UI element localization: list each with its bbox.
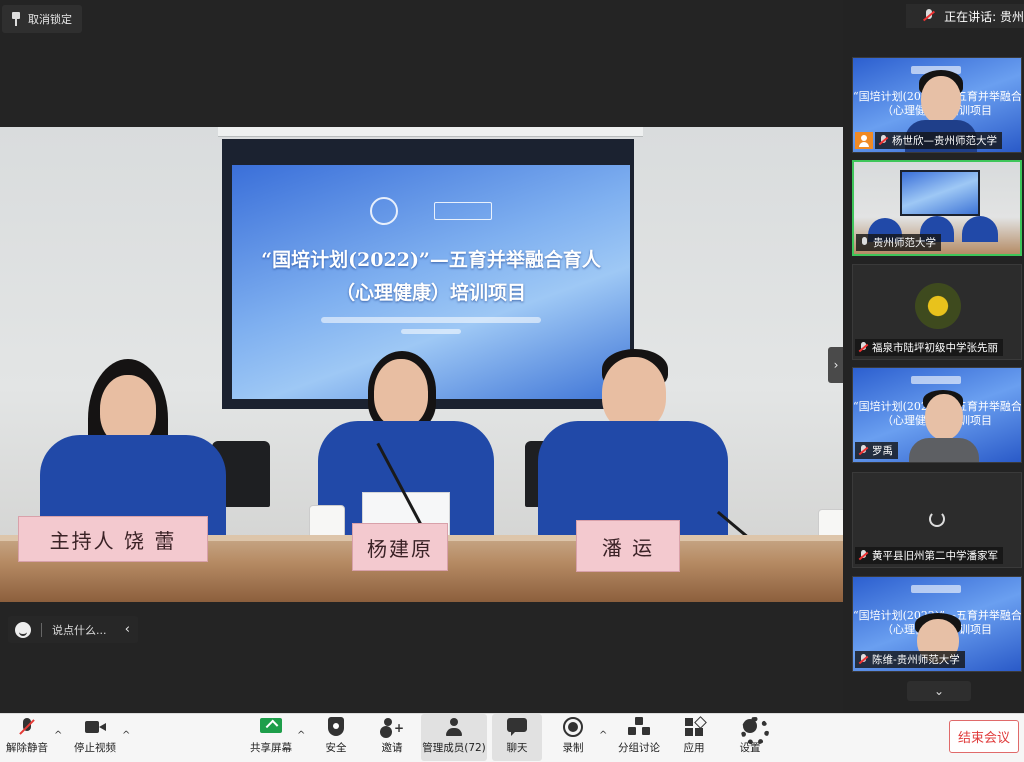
- participant-name: 黄平县旧州第二中学潘家军: [872, 550, 998, 562]
- chevron-down-icon: ⌄: [933, 684, 945, 698]
- unpin-button[interactable]: 取消锁定: [2, 5, 82, 33]
- mic-muted-icon: [922, 9, 933, 23]
- breakout-rooms-button[interactable]: 分组讨论: [616, 714, 662, 761]
- shield-icon: [325, 717, 347, 737]
- mic-muted-icon: [858, 342, 869, 353]
- quick-chat-bar[interactable]: 说点什么... ‹: [8, 616, 138, 643]
- stop-video-label: 停止视频: [74, 742, 116, 754]
- record-button[interactable]: 录制: [556, 714, 590, 761]
- gear-icon: [739, 717, 769, 745]
- share-screen-label: 共享屏幕: [250, 742, 292, 754]
- college-logo: [434, 202, 492, 220]
- mic-icon: [859, 237, 870, 248]
- active-speaker-label: 正在讲话: 贵州: [944, 9, 1024, 24]
- video-camera-icon: [84, 717, 106, 737]
- participant-tile[interactable]: “国培计划(2022)”—五育并举融合育人（心理健康）培训项目 杨世欣—贵州师范…: [852, 57, 1022, 153]
- speaker-video: “国培计划(2022)”—五育并举融合育人 （心理健康）培训项目 主持人 饶 蕾…: [0, 127, 843, 602]
- chat-label: 聊天: [506, 742, 528, 754]
- ceiling-fixture: [218, 127, 643, 137]
- invite-label: 邀请: [381, 742, 403, 754]
- record-label: 录制: [562, 742, 584, 754]
- settings-button[interactable]: 设置: [732, 714, 769, 761]
- end-meeting-button[interactable]: 结束会议: [949, 720, 1019, 753]
- participant-label: 陈维-贵州师范大学: [855, 651, 965, 668]
- participant-tile[interactable]: 黄平县旧州第二中学潘家军: [852, 472, 1022, 568]
- pin-icon: [10, 12, 22, 26]
- unmute-label: 解除静音: [6, 742, 48, 754]
- people-icon: [443, 717, 465, 737]
- participant-label: 杨世欣—贵州师范大学: [875, 132, 1002, 149]
- participant-label: 贵州师范大学: [856, 234, 941, 251]
- participant-label: 福泉市陆坪初级中学张先丽: [855, 339, 1003, 356]
- participant-name: 陈维-贵州师范大学: [872, 654, 960, 666]
- apps-label: 应用: [683, 742, 705, 754]
- participant-tile-active[interactable]: 贵州师范大学: [852, 160, 1022, 256]
- apps-icon: [683, 717, 705, 737]
- nameplate-host: 主持人 饶 蕾: [18, 516, 208, 562]
- emoji-icon[interactable]: [15, 621, 31, 638]
- scroll-down-button[interactable]: ⌄: [907, 681, 971, 701]
- participants-button[interactable]: 管理成员(72): [421, 714, 487, 761]
- chevron-right-icon: ›: [833, 358, 839, 372]
- share-screen-button[interactable]: 共享屏幕: [248, 714, 294, 761]
- participant-name: 福泉市陆坪初级中学张先丽: [872, 342, 998, 354]
- participant-gallery: 正在讲话: 贵州 “国培计划(2022)”—五育并举融合育人（心理健康）培训项目…: [843, 0, 1024, 713]
- nameplate-center: 杨建原: [352, 523, 448, 571]
- nameplate-right: 潘 运: [576, 520, 680, 572]
- collapse-panel-button[interactable]: ›: [828, 347, 844, 383]
- caret-up-icon[interactable]: ^: [122, 730, 130, 741]
- security-label: 安全: [325, 742, 347, 754]
- unmute-button[interactable]: 解除静音: [4, 714, 50, 761]
- record-icon: [562, 717, 584, 737]
- add-user-icon: [381, 717, 404, 737]
- breakout-label: 分组讨论: [618, 742, 660, 754]
- participant-label: 黄平县旧州第二中学潘家军: [855, 547, 1003, 564]
- breakout-icon: [628, 717, 650, 737]
- meeting-toolbar: 解除静音 ^ 停止视频 ^ 共享屏幕 ^ 安全 邀请 管理成员(72) 聊天: [0, 713, 1024, 762]
- mic-muted-icon: [858, 445, 869, 456]
- university-logo: [370, 197, 398, 225]
- participant-label: 罗禹: [855, 442, 898, 459]
- meeting-window: 取消锁定 “国培计划(2022)”—五育并举融合育人 （心理健康）培训项目 主持…: [0, 0, 1024, 762]
- loading-icon: [929, 511, 945, 527]
- host-icon: [855, 132, 873, 149]
- apps-button[interactable]: 应用: [676, 714, 712, 761]
- mic-muted-icon: [16, 717, 38, 737]
- participant-name: 罗禹: [872, 445, 893, 457]
- participant-name: 贵州师范大学: [873, 237, 936, 249]
- security-button[interactable]: 安全: [316, 714, 356, 761]
- active-speaker-indicator: 正在讲话: 贵州: [906, 4, 1024, 28]
- slide-title-line1: “国培计划(2022)”—五育并举融合育人: [261, 249, 601, 271]
- main-video-stage: 取消锁定 “国培计划(2022)”—五育并举融合育人 （心理健康）培训项目 主持…: [0, 0, 843, 713]
- slide-logos: [370, 197, 492, 225]
- participant-name: 杨世欣—贵州师范大学: [892, 135, 997, 147]
- chat-button[interactable]: 聊天: [492, 714, 542, 761]
- caret-up-icon[interactable]: ^: [54, 730, 62, 741]
- invite-button[interactable]: 邀请: [372, 714, 412, 761]
- avatar: [915, 283, 961, 329]
- slide-date: [401, 329, 461, 334]
- chat-bubble-icon: [506, 717, 528, 737]
- stop-video-button[interactable]: 停止视频: [72, 714, 118, 761]
- slide-title-line2: （心理健康）培训项目: [335, 282, 526, 304]
- mic-muted-icon: [858, 550, 869, 561]
- slide-subtitle: [321, 317, 541, 323]
- participant-tile[interactable]: “国培计划(2022)”—五育并举融合育人（心理健康）培训项目 罗禹: [852, 367, 1022, 463]
- caret-up-icon[interactable]: ^: [297, 730, 305, 741]
- person-right: [538, 349, 738, 541]
- caret-up-icon[interactable]: ^: [599, 730, 607, 741]
- person-host: [30, 357, 230, 545]
- mic-muted-icon: [878, 135, 889, 146]
- mic-muted-icon: [858, 654, 869, 665]
- unpin-label: 取消锁定: [28, 13, 72, 26]
- chevron-left-icon[interactable]: ‹: [125, 622, 130, 637]
- share-screen-icon: [260, 717, 282, 737]
- participant-tile[interactable]: 福泉市陆坪初级中学张先丽: [852, 264, 1022, 360]
- participants-label: 管理成员(72): [422, 742, 486, 754]
- chat-input[interactable]: 说点什么...: [52, 622, 107, 638]
- participant-tile[interactable]: “国培计划(2022)”—五育并举融合育人（心理健康）培训项目 陈维-贵州师范大…: [852, 576, 1022, 672]
